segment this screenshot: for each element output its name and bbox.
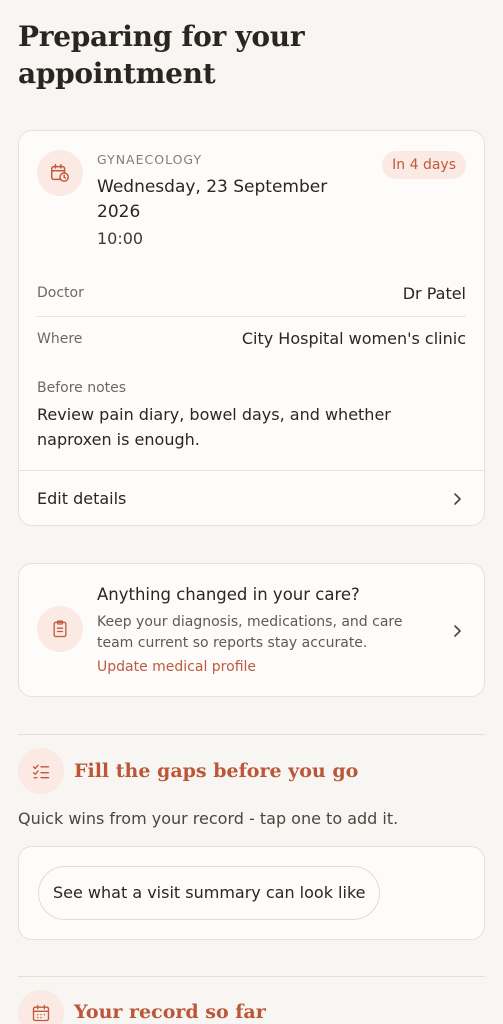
section-divider xyxy=(18,734,485,735)
chevron-right-icon xyxy=(454,625,461,637)
location-value: City Hospital women's clinic xyxy=(241,329,466,348)
doctor-row: Doctor Dr Patel xyxy=(37,271,466,315)
care-update-title: Anything changed in your care? xyxy=(97,585,360,604)
edit-details-button[interactable]: Edit details xyxy=(19,470,484,526)
location-label: Where xyxy=(37,330,83,347)
countdown-badge: In 4 days xyxy=(382,151,466,179)
care-update-description: Keep your diagnosis, medications, and ca… xyxy=(97,614,403,651)
clipboard-icon xyxy=(37,606,83,652)
calendar-icon xyxy=(18,990,64,1024)
visit-summary-chip[interactable]: See what a visit summary can look like xyxy=(38,866,381,920)
update-medical-profile-link[interactable]: Update medical profile xyxy=(97,659,256,675)
calendar-clock-icon xyxy=(37,150,83,196)
doctor-label: Doctor xyxy=(37,285,84,301)
location-row: Where City Hospital women's clinic xyxy=(37,316,466,360)
section-divider xyxy=(18,976,485,977)
gaps-card: See what a visit summary can look like xyxy=(18,846,485,940)
chevron-right-icon xyxy=(454,492,461,505)
notes-label: Before notes xyxy=(37,380,127,396)
gaps-section-title: Fill the gaps before you go xyxy=(74,760,359,782)
record-section-title: Your record so far xyxy=(74,1001,266,1023)
notes-text: Review pain diary, bowel days, and wheth… xyxy=(37,405,391,449)
doctor-value: Dr Patel xyxy=(402,283,466,303)
checklist-icon xyxy=(18,748,64,794)
appointment-card: GYNAECOLOGY In 4 days Wednesday, 23 Sept… xyxy=(18,130,485,526)
appointment-time: 10:00 xyxy=(97,229,144,248)
gaps-section-subtitle: Quick wins from your record - tap one to… xyxy=(18,809,399,828)
appointment-date: Wednesday, 23 September 2026 xyxy=(97,177,328,222)
appointment-specialty: GYNAECOLOGY xyxy=(97,152,203,167)
page-title: Preparing for your appointment xyxy=(18,20,305,90)
care-update-card[interactable]: Anything changed in your care? Keep your… xyxy=(18,563,485,697)
edit-details-label: Edit details xyxy=(37,489,127,508)
